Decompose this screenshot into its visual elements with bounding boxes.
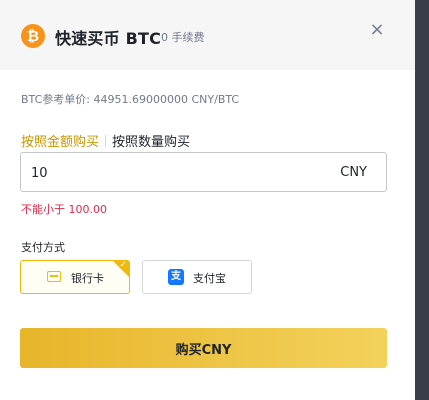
payment-option-bank-card[interactable]: 银行卡 ✓ [20,260,130,294]
payment-option-label: 支付宝 [193,272,226,285]
tab-buy-by-quantity[interactable]: 按照数量购买 [112,131,190,150]
buy-mode-tabs: 按照金额购买 按照数量购买 [21,131,190,150]
alipay-icon: 支 [168,269,184,285]
payment-option-label: 银行卡 [71,272,104,285]
payment-method-label: 支付方式 [21,241,65,254]
modal-title: 快速买币 BTC [55,29,162,48]
tab-buy-by-amount[interactable]: 按照金额购买 [21,131,99,150]
close-icon[interactable]: × [367,20,387,40]
tab-divider [105,135,107,147]
error-message: 不能小于 100.00 [21,203,107,216]
quick-buy-modal: ₿ 快速买币 BTC 0 手续费 × BTC参考单价: 44951.690000… [0,0,415,400]
buy-button[interactable]: 购买CNY [20,328,387,368]
backdrop-strip [415,0,429,400]
btc-coin-icon: ₿ [21,24,45,48]
amount-field: CNY [20,152,387,193]
amount-input[interactable] [29,153,323,193]
modal-header: ₿ 快速买币 BTC 0 手续费 × [0,0,415,70]
bank-card-icon [47,271,61,282]
payment-option-alipay[interactable]: 支 支付宝 [142,260,252,294]
check-icon: ✓ [119,260,127,270]
currency-label: CNY [340,165,367,180]
reference-price: BTC参考单价: 44951.69000000 CNY/BTC [21,93,240,106]
fee-label: 0 手续费 [161,31,205,44]
